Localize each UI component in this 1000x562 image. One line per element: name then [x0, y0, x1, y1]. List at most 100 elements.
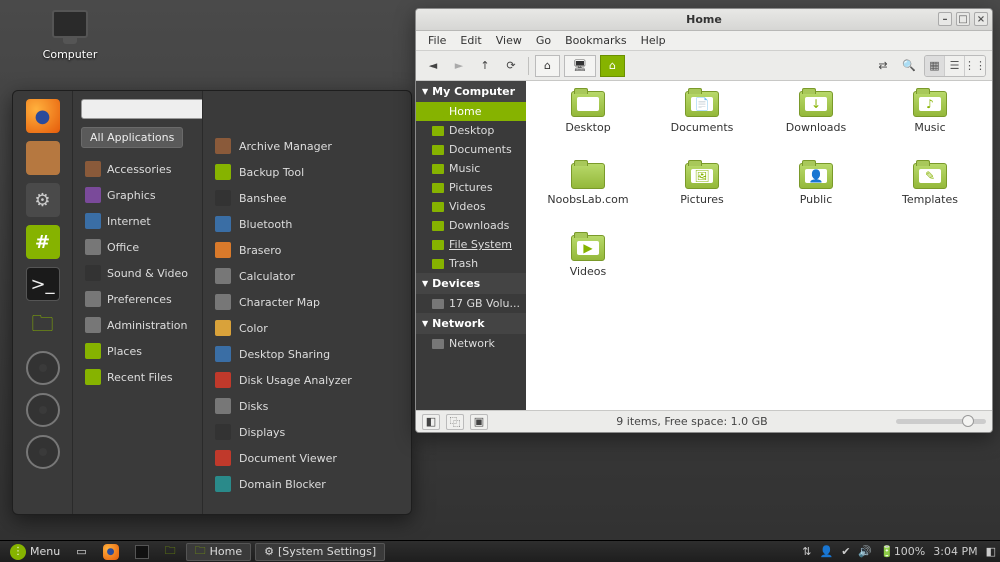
app-item[interactable]: Disk Usage Analyzer: [211, 367, 405, 393]
favorite-hash[interactable]: #: [26, 225, 60, 259]
favorite-files[interactable]: 🗀: [26, 309, 60, 343]
menu-file[interactable]: File: [422, 32, 452, 49]
favorite-settings[interactable]: ⚙: [26, 183, 60, 217]
app-item[interactable]: Banshee: [211, 185, 405, 211]
favorite-disc2[interactable]: [26, 393, 60, 427]
sidebar-item-device[interactable]: 17 GB Volu...: [416, 294, 526, 313]
close-button[interactable]: ×: [974, 12, 988, 26]
clock[interactable]: 3:04 PM: [933, 545, 977, 558]
grid-item[interactable]: ▶Videos: [532, 235, 644, 305]
path-segment-current[interactable]: ⌂: [600, 55, 625, 77]
maximize-button[interactable]: □: [956, 12, 970, 26]
app-item[interactable]: Disks: [211, 393, 405, 419]
menu-help[interactable]: Help: [635, 32, 672, 49]
sidebar-item-place[interactable]: Desktop: [416, 121, 526, 140]
category-item[interactable]: Internet: [81, 208, 202, 234]
favorite-disc3[interactable]: [26, 435, 60, 469]
sidebar-head-network[interactable]: ▼Network: [416, 313, 526, 334]
view-icons-button[interactable]: ▦: [925, 56, 945, 76]
show-desktop-button[interactable]: ▭: [70, 543, 92, 561]
zoom-slider[interactable]: [896, 419, 986, 424]
app-item[interactable]: Displays: [211, 419, 405, 445]
all-applications-chip[interactable]: All Applications: [81, 127, 183, 148]
tray-toggle-icon[interactable]: ◧: [986, 545, 996, 558]
menu-bookmarks[interactable]: Bookmarks: [559, 32, 632, 49]
category-item[interactable]: Recent Files: [81, 364, 202, 390]
sidebar-head-devices[interactable]: ▼Devices: [416, 273, 526, 294]
launcher-files[interactable]: 🗀: [159, 543, 182, 561]
sidebar-item-place[interactable]: Documents: [416, 140, 526, 159]
zoom-knob[interactable]: [962, 415, 974, 427]
app-item[interactable]: Bluetooth: [211, 211, 405, 237]
app-item[interactable]: Backup Tool: [211, 159, 405, 185]
path-segment-computer[interactable]: 🖥: [564, 55, 596, 77]
app-item[interactable]: Brasero: [211, 237, 405, 263]
icon-grid[interactable]: Desktop📄Documents↓Downloads♪Music NoobsLa…: [526, 81, 992, 410]
sidebar-head-mycomputer[interactable]: ▼My Computer: [416, 81, 526, 102]
category-item[interactable]: Administration: [81, 312, 202, 338]
search-input[interactable]: [81, 99, 203, 119]
search-button[interactable]: 🔍: [898, 55, 920, 77]
grid-item[interactable]: 📄Documents: [646, 91, 758, 161]
app-item[interactable]: Color: [211, 315, 405, 341]
favorite-terminal[interactable]: >_: [26, 267, 60, 301]
grid-item[interactable]: 👤Public: [760, 163, 872, 233]
menu-edit[interactable]: Edit: [454, 32, 487, 49]
app-item[interactable]: Calculator: [211, 263, 405, 289]
grid-item[interactable]: ↓Downloads: [760, 91, 872, 161]
app-item[interactable]: Archive Manager: [211, 133, 405, 159]
nav-up-button[interactable]: ↑: [474, 55, 496, 77]
grid-item[interactable]: NoobsLab.com: [532, 163, 644, 233]
user-icon[interactable]: ⇅: [802, 545, 811, 558]
launcher-firefox[interactable]: ●: [97, 543, 125, 561]
battery-icon[interactable]: 🔋100%: [880, 545, 925, 558]
grid-item[interactable]: ♪Music: [874, 91, 986, 161]
tree-toggle-button[interactable]: ⿻: [446, 414, 464, 430]
view-compact-button[interactable]: ⋮⋮: [965, 56, 985, 76]
menu-go[interactable]: Go: [530, 32, 557, 49]
category-item[interactable]: Accessories: [81, 156, 202, 182]
view-list-button[interactable]: ☰: [945, 56, 965, 76]
category-item[interactable]: Graphics: [81, 182, 202, 208]
sidebar-item-place[interactable]: Downloads: [416, 216, 526, 235]
nav-forward-button[interactable]: ►: [448, 55, 470, 77]
grid-item[interactable]: Desktop: [532, 91, 644, 161]
sidebar-item-place[interactable]: Music: [416, 159, 526, 178]
toggle-location-button[interactable]: ⇄: [872, 55, 894, 77]
network-tray-icon[interactable]: 👤: [819, 545, 833, 558]
sidebar-toggle-button[interactable]: ◧: [422, 414, 440, 430]
task-system-settings[interactable]: ⚙[System Settings]: [255, 543, 385, 561]
nav-back-button[interactable]: ◄: [422, 55, 444, 77]
app-item[interactable]: Document Viewer: [211, 445, 405, 471]
sidebar-item-place[interactable]: Trash: [416, 254, 526, 273]
category-item[interactable]: Places: [81, 338, 202, 364]
path-segment-home[interactable]: ⌂: [535, 55, 560, 77]
grid-item[interactable]: 🖼Pictures: [646, 163, 758, 233]
desktop-icon-computer[interactable]: Computer: [40, 10, 100, 61]
category-item[interactable]: Sound & Video: [81, 260, 202, 286]
updates-icon[interactable]: ✔: [841, 545, 850, 558]
volume-icon[interactable]: 🔊: [858, 545, 872, 558]
titlebar[interactable]: Home – □ ×: [416, 9, 992, 31]
menu-button[interactable]: ⋮ Menu: [4, 543, 66, 561]
sidebar-item-place[interactable]: Pictures: [416, 178, 526, 197]
favorite-disc1[interactable]: [26, 351, 60, 385]
app-item[interactable]: Desktop Sharing: [211, 341, 405, 367]
app-item[interactable]: Domain Blocker: [211, 471, 405, 497]
terminal-button[interactable]: ▣: [470, 414, 488, 430]
favorite-firefox[interactable]: ●: [26, 99, 60, 133]
sidebar-item-place[interactable]: File System: [416, 235, 526, 254]
favorite-package[interactable]: [26, 141, 60, 175]
category-item[interactable]: Office: [81, 234, 202, 260]
minimize-button[interactable]: –: [938, 12, 952, 26]
task-home[interactable]: 🗀Home: [186, 543, 251, 561]
app-item[interactable]: Character Map: [211, 289, 405, 315]
grid-item[interactable]: ✎Templates: [874, 163, 986, 233]
sidebar-item-place[interactable]: Home: [416, 102, 526, 121]
category-item[interactable]: Preferences: [81, 286, 202, 312]
sidebar-item-network[interactable]: Network: [416, 334, 526, 353]
menu-view[interactable]: View: [490, 32, 528, 49]
sidebar-item-place[interactable]: Videos: [416, 197, 526, 216]
nav-reload-button[interactable]: ⟳: [500, 55, 522, 77]
launcher-terminal[interactable]: [129, 543, 155, 561]
